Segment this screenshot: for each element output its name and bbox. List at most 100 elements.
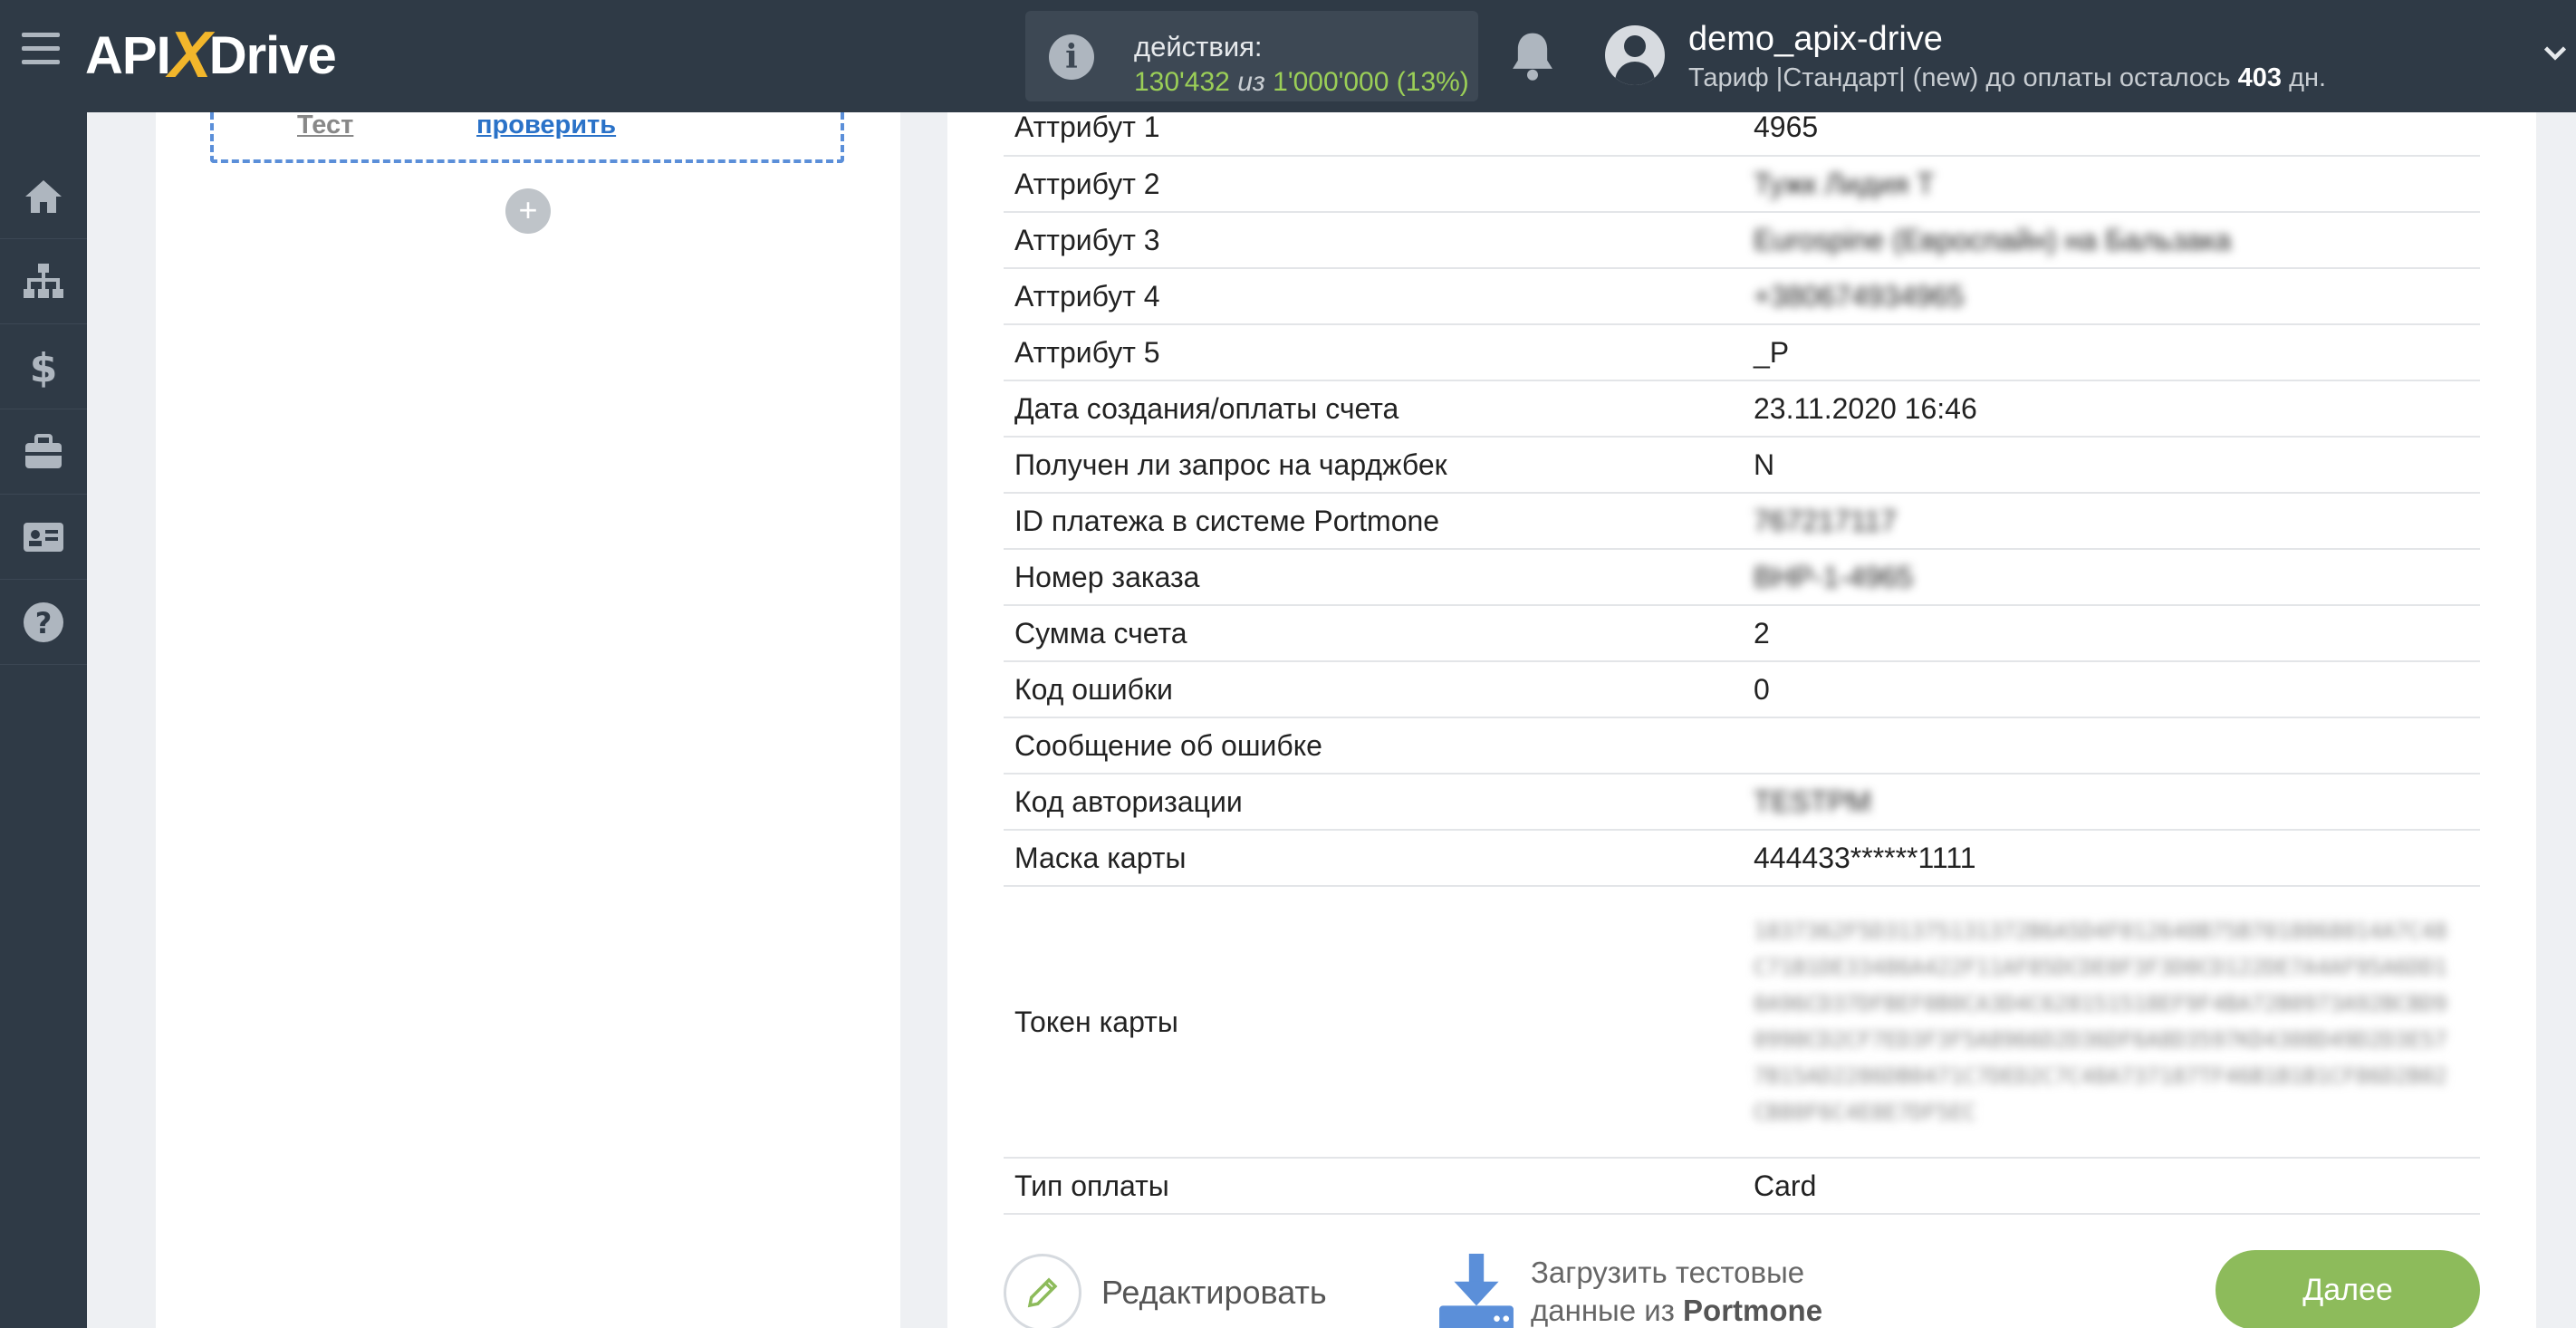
table-row: Аттрибут 4 +380674934965 [1004,268,2480,325]
field-label: Аттрибут 2 [1004,156,1743,213]
help-icon: ? [24,601,63,642]
home-icon [25,179,62,213]
field-label: Код авторизации [1004,774,1743,831]
table-row: Получен ли запрос на чарджбек N [1004,437,2480,494]
table-row: Номер заказа BHP-1-4965 [1004,549,2480,606]
field-label: ID платежа в системе Portmone [1004,493,1743,550]
field-label: Получен ли запрос на чарджбек [1004,437,1743,494]
table-row: Код ошибки 0 [1004,661,2480,718]
next-button[interactable]: Далее [2216,1250,2480,1328]
actions-label: действия: [1134,31,1263,63]
edit-circle [1004,1254,1081,1328]
table-row: ID платежа в системе Portmone 767217117 [1004,493,2480,550]
top-bar: API X Drive i действия: 130'432 из 1'000'0… [0,0,2576,112]
table-row: Аттрибут 3 Eurospine (Евроспайн) на Бальз… [1004,212,2480,269]
field-value: Eurospine (Евроспайн) на Бальзака [1743,212,2480,269]
check-link[interactable]: проверить [476,111,616,140]
table-row: Сумма счета 2 [1004,605,2480,662]
field-value: 0 [1743,661,2480,718]
field-label: Дата создания/оплаты счета [1004,380,1743,438]
table-row: Аттрибут 2 Тужк Лидия Т [1004,156,2480,213]
field-label: Аттрибут 5 [1004,324,1743,381]
field-value: _P [1743,324,2480,381]
briefcase-icon [25,433,62,468]
svg-text:?: ? [35,606,53,640]
sidebar: $ ? [0,112,87,1328]
field-label: Аттрибут 3 [1004,212,1743,269]
table-row: Код авторизации TESTPM [1004,774,2480,831]
hamburger-menu-icon[interactable] [22,33,60,69]
sidebar-item-help[interactable]: ? [0,580,87,665]
field-value: BHP-1-4965 [1743,549,2480,606]
field-label: Номер заказа [1004,549,1743,606]
step-box: Тест проверить [210,111,844,163]
table-row: Аттрибут 1 4965 [1004,100,2480,157]
token-value: 1837362F5D31375131372B6A5D4F012640B75B70… [1754,919,2447,1125]
logo-x: X [168,19,212,91]
field-value: 4965 [1743,100,2480,157]
plan-days: 403 [2237,63,2283,92]
plan-text: Тариф |Стандарт| (new) до оплаты осталос… [1688,63,2231,92]
table-row: Маска карты 444433******1111 [1004,830,2480,887]
field-value: 444433******1111 [1743,830,2480,887]
left-panel: Тест проверить + [156,111,900,1328]
logo-suffix: Drive [208,25,337,85]
info-icon: i [1049,34,1094,80]
load-line-2: данные из Portmone [1531,1292,1822,1328]
sidebar-item-services[interactable] [0,409,87,495]
actions-used: 130'432 [1134,67,1230,97]
table-row: Сообщение об ошибке [1004,717,2480,775]
field-value: 767217117 [1743,493,2480,550]
table-row: Аттрибут 5 _P [1004,324,2480,381]
field-value: TESTPM [1743,774,2480,831]
sidebar-item-profile[interactable] [0,495,87,580]
load-prefix: данные из [1531,1294,1675,1327]
load-source: Portmone [1683,1294,1823,1327]
fields-table: Аттрибут 1 4965 Аттрибут 2 Тужк Лидия Т Аттр… [1004,100,2480,1215]
field-label: Код ошибки [1004,661,1743,718]
user-name[interactable]: demo_apix-drive [1688,20,1943,59]
edit-label: Редактировать [1101,1274,1327,1311]
id-card-icon [24,522,63,552]
field-value: 23.11.2020 16:46 [1743,380,2480,438]
field-label: Аттрибут 4 [1004,268,1743,325]
sidebar-item-connections[interactable] [0,239,87,324]
actions-count: 130'432 из 1'000'000 (13%) [1134,67,1469,98]
chevron-down-icon[interactable] [2542,40,2569,67]
actions-extra: (13%) [1396,67,1469,97]
field-label: Сообщение об ошибке [1004,717,1743,775]
logo-prefix: API [85,25,171,85]
load-test-data-button[interactable]: Загрузить тестовые данные из Portmone [1438,1254,1822,1328]
field-value [1743,717,2480,775]
field-label: Токен карты [1004,886,1743,1159]
field-label: Тип оплаты [1004,1158,1743,1215]
test-link[interactable]: Тест [297,111,353,140]
pencil-icon [1027,1277,1058,1308]
load-line-1: Загрузить тестовые [1531,1256,1805,1289]
field-label: Аттрибут 1 [1004,100,1743,157]
field-value: Тужк Лидия Т [1743,156,2480,213]
field-label: Маска карты [1004,830,1743,887]
svg-text:$: $ [30,345,58,389]
apixdrive-logo[interactable]: API X Drive [85,19,337,91]
bell-icon[interactable] [1507,29,1558,83]
load-text: Загрузить тестовые данные из Portmone [1531,1254,1822,1328]
plan-days-unit: дн. [2289,63,2327,92]
table-row: Дата создания/оплаты счета 23.11.2020 16:… [1004,380,2480,438]
sitemap-icon [24,263,63,298]
field-value: 1837362F5D31375131372B6A5D4F012640B75B70… [1743,886,2480,1159]
field-value: +380674934965 [1743,268,2480,325]
field-value: N [1743,437,2480,494]
dollar-icon: $ [30,345,58,389]
sidebar-item-billing[interactable]: $ [0,324,87,409]
add-step-button[interactable]: + [505,188,551,234]
sidebar-item-home[interactable] [0,154,87,239]
edit-button[interactable]: Редактировать [1004,1254,1327,1328]
field-value: 2 [1743,605,2480,662]
user-avatar-icon[interactable] [1605,25,1665,85]
actions-counter[interactable]: i действия: 130'432 из 1'000'000 (13%) [1025,11,1478,101]
actions-total: 1'000'000 [1273,67,1389,97]
table-row: Тип оплаты Card [1004,1158,2480,1215]
table-row: Токен карты 1837362F5D31375131372B6A5D4F… [1004,886,2480,1159]
actions-of: из [1237,67,1265,97]
